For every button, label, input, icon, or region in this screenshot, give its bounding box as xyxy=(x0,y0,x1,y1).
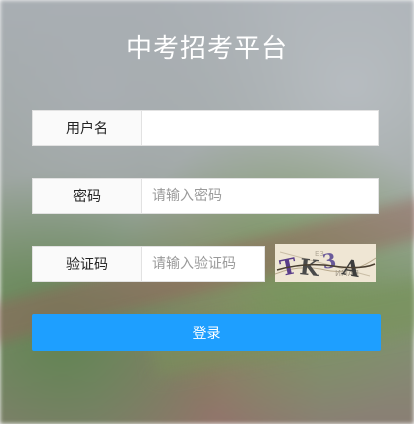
password-label: 密码 xyxy=(32,178,141,214)
username-label: 用户名 xyxy=(32,110,141,146)
username-input[interactable] xyxy=(141,110,379,146)
login-button[interactable]: 登录 xyxy=(32,314,381,351)
username-row: 用户名 xyxy=(32,110,379,146)
password-row: 密码 xyxy=(32,178,379,214)
captcha-image[interactable]: ИМАЯ E3 T K 3 A xyxy=(275,244,376,282)
captcha-label: 验证码 xyxy=(32,246,141,282)
captcha-row: 验证码 xyxy=(32,246,265,282)
login-panel: 中考招考平台 用户名 密码 验证码 ИМАЯ E3 T K 3 A 登录 xyxy=(0,0,414,424)
captcha-input[interactable] xyxy=(141,246,265,282)
svg-text:K: K xyxy=(298,254,321,282)
captcha-graphic: ИМАЯ E3 T K 3 A xyxy=(275,244,376,282)
page-title: 中考招考平台 xyxy=(125,34,288,64)
password-input[interactable] xyxy=(141,178,379,214)
